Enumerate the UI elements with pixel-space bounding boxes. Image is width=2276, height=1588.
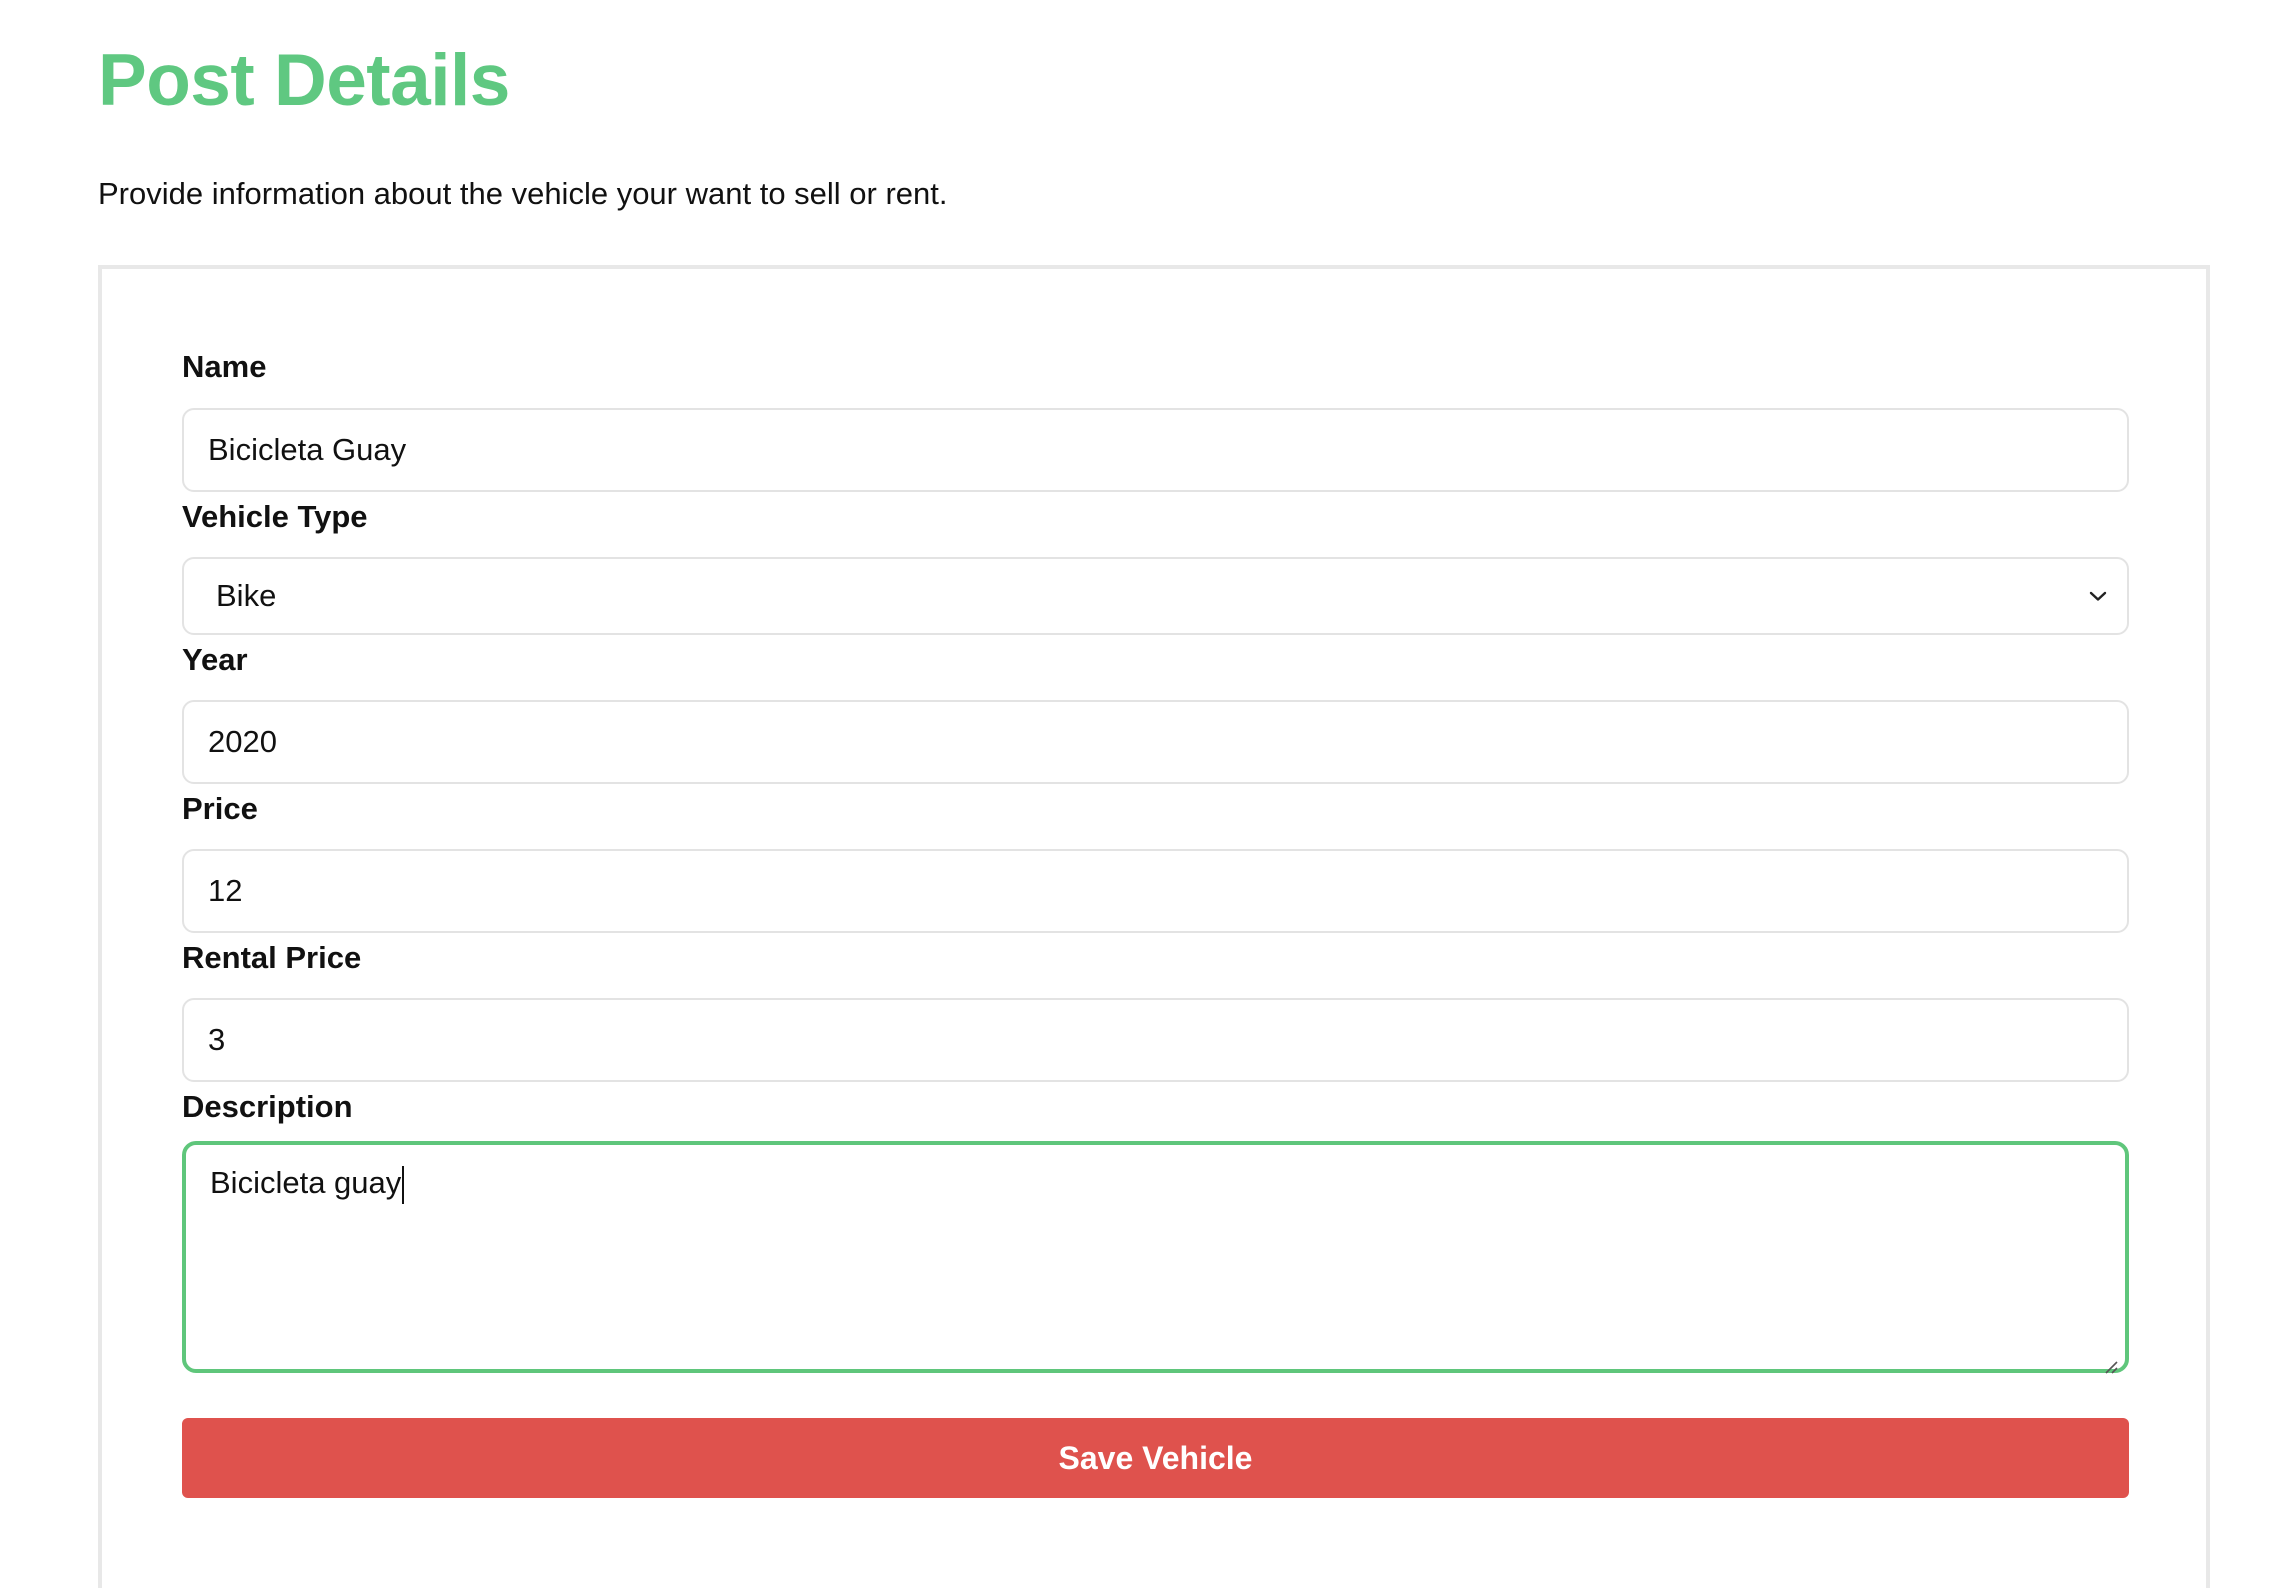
description-label: Description [182,1089,353,1124]
vehicle-type-selected-value: Bike [216,578,277,613]
rental-price-input[interactable] [182,998,2129,1082]
rental-price-label: Rental Price [182,940,362,975]
save-vehicle-button[interactable]: Save Vehicle [182,1418,2129,1498]
vehicle-type-select[interactable]: Bike [182,557,2129,635]
price-input[interactable] [182,849,2129,933]
vehicle-type-label: Vehicle Type [182,499,368,534]
text-caret [402,1165,405,1204]
year-label: Year [182,642,248,677]
name-input[interactable] [182,408,2129,492]
page-title: Post Details [98,40,510,121]
year-input[interactable] [182,700,2129,784]
resize-handle-icon[interactable] [2101,1345,2119,1374]
page-subtitle: Provide information about the vehicle yo… [98,176,948,211]
name-label: Name [182,349,267,384]
description-text: Bicicleta guay [210,1165,402,1200]
price-label: Price [182,791,258,826]
description-textarea[interactable]: Bicicleta guay [182,1141,2129,1374]
post-details-page: Post Details Provide information about t… [0,0,2276,1588]
chevron-down-icon [2087,585,2109,607]
